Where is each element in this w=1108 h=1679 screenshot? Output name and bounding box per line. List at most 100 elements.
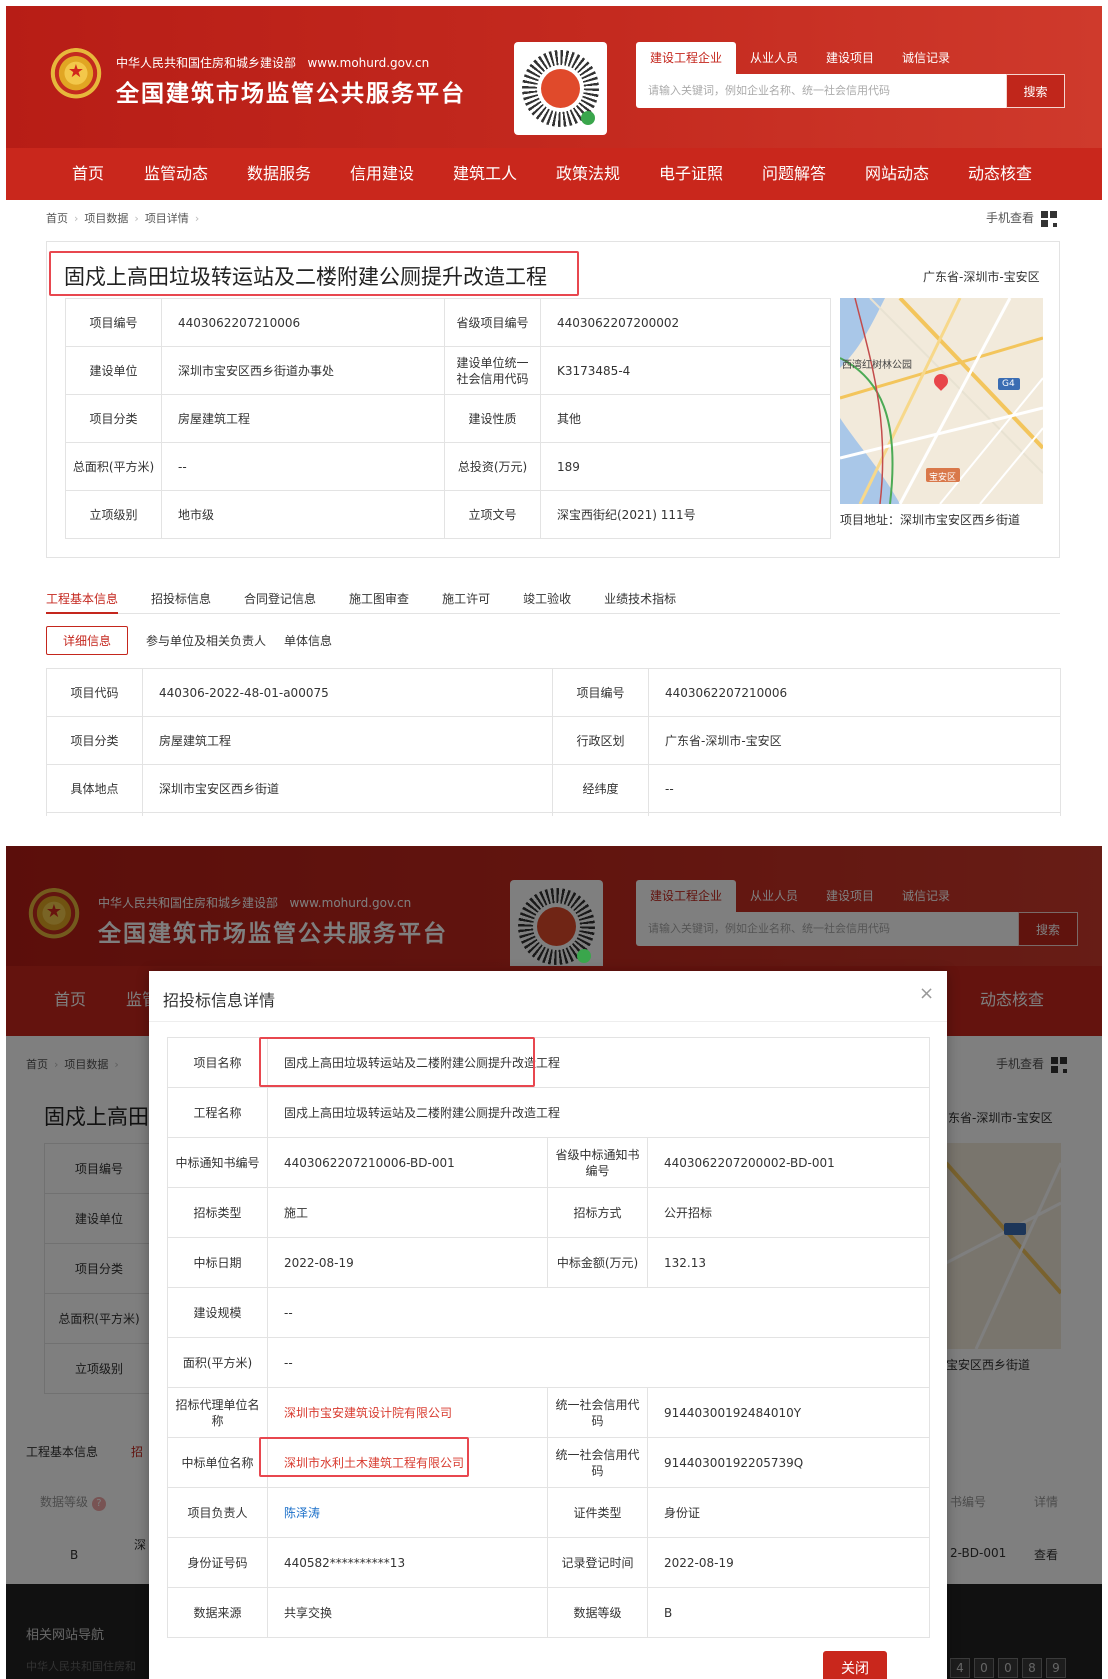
nav-site-news[interactable]: 网站动态: [865, 148, 968, 200]
value-total-investment: 189: [540, 442, 831, 491]
table-row: 具体地点 深圳市宝安区西乡街道 经纬度 --: [46, 764, 1061, 813]
nav-verification[interactable]: 动态核查: [968, 148, 1048, 200]
value-builder: 深圳市宝安区西乡街道办事处: [161, 346, 445, 395]
value-category: 房屋建筑工程: [161, 394, 445, 443]
subtab-units[interactable]: 单体信息: [284, 632, 332, 649]
value-nature: 其他: [540, 394, 831, 443]
value-agency-name[interactable]: 深圳市宝安建筑设计院有限公司: [267, 1387, 548, 1438]
label-location: 具体地点: [46, 764, 143, 813]
tab-drawing-review[interactable]: 施工图审查: [349, 590, 409, 607]
value-approval-doc: 深宝西街纪(2021) 111号: [540, 490, 831, 539]
map-label-park: 西湾红树林公园: [842, 360, 912, 371]
value-admin-region: 广东省-深圳市-宝安区: [648, 716, 1061, 765]
value-project-manager[interactable]: 陈泽涛: [267, 1487, 548, 1538]
label-bid-type: 招标类型: [167, 1187, 268, 1238]
tab-performance[interactable]: 业绩技术指标: [604, 590, 676, 607]
tab-basic-info[interactable]: 工程基本信息: [46, 590, 118, 607]
search-tab-enterprise[interactable]: 建设工程企业: [636, 42, 737, 74]
label-project-no: 项目编号: [65, 298, 162, 347]
qr-code-icon: [1040, 209, 1059, 228]
mobile-view-link[interactable]: 手机查看: [986, 209, 1059, 228]
close-button[interactable]: 关闭: [823, 1651, 887, 1679]
screenshot-project-detail: 中华人民共和国住房和城乡建设部 www.mohurd.gov.cn 全国建筑市场…: [6, 6, 1102, 816]
screenshot-bidding-modal: 中华人民共和国住房和城乡建设部 www.mohurd.gov.cn 全国建筑市场…: [6, 846, 1102, 1679]
nav-faq[interactable]: 问题解答: [762, 148, 865, 200]
value-award-amount: 132.13: [647, 1237, 930, 1288]
bidding-detail-modal: 招投标信息详情 × 项目名称 固戍上高田垃圾转运站及二楼附建公厕提升改造工程 工程…: [149, 971, 947, 1679]
search-button[interactable]: 搜索: [1006, 74, 1065, 108]
value-provincial-no: 4403062207200002: [540, 298, 831, 347]
nav-home[interactable]: 首页: [72, 148, 144, 200]
label-agency-name: 招标代理单位名称: [167, 1387, 268, 1438]
label-engineering-name: 工程名称: [167, 1087, 268, 1138]
tab-divider: [46, 613, 1060, 614]
nav-workers[interactable]: 建筑工人: [453, 148, 556, 200]
nav-data-service[interactable]: 数据服务: [247, 148, 350, 200]
table-row: 总面积(平方米) -- 总投资(万元) 189: [65, 442, 831, 491]
search-input[interactable]: 请输入关键词，例如企业名称、统一社会信用代码: [636, 74, 1006, 108]
label-winner-credit-code: 统一社会信用代码: [547, 1437, 648, 1488]
detail-info-table: 项目代码 440306-2022-48-01-a00075 项目编号 44030622…: [46, 668, 1061, 816]
subtab-participants[interactable]: 参与单位及相关负责人: [146, 632, 266, 649]
tab-construction-permit[interactable]: 施工许可: [442, 590, 490, 607]
label-id-type: 证件类型: [547, 1487, 648, 1538]
national-emblem-icon: [50, 48, 102, 104]
table-row: 项目编号 4403062207210006 省级项目编号 44030622072000…: [65, 298, 831, 347]
project-info-table: 项目编号 4403062207210006 省级项目编号 44030622072000…: [65, 298, 831, 539]
modal-title: 招投标信息详情: [163, 991, 276, 1010]
nav-credit[interactable]: 信用建设: [350, 148, 453, 200]
table-row: 身份证号码 440582**********13 记录登记时间 2022-08-19: [167, 1537, 930, 1588]
breadcrumb-project-data[interactable]: 项目数据: [84, 212, 128, 225]
subtab-detail[interactable]: 详细信息: [46, 626, 129, 655]
value-provincial-award-no: 4403062207200002-BD-001: [647, 1137, 930, 1188]
value-builder-credit-code: K3173485-4: [540, 346, 831, 395]
value-data-grade: B: [647, 1587, 930, 1638]
breadcrumb: 首页 › 项目数据 › 项目详情 ›: [46, 212, 200, 225]
table-row: 项目代码 440306-2022-48-01-a00075 项目编号 44030622…: [46, 668, 1061, 717]
value-project-no: 4403062207210006: [648, 668, 1061, 717]
breadcrumb-home[interactable]: 首页: [46, 212, 68, 225]
tab-contract[interactable]: 合同登记信息: [244, 590, 316, 607]
label-area: 面积(平方米): [167, 1337, 268, 1388]
tab-completion[interactable]: 竣工验收: [523, 590, 571, 607]
label-winner-name: 中标单位名称: [167, 1437, 268, 1488]
value-coordinates: --: [648, 764, 1061, 813]
tab-bidding[interactable]: 招投标信息: [151, 590, 211, 607]
table-row: 数据来源 共享交换 数据等级 B: [167, 1587, 930, 1638]
label-id-number: 身份证号码: [167, 1537, 268, 1588]
label-total-area: 总面积(平方米): [65, 442, 162, 491]
search-tab-credit[interactable]: 诚信记录: [888, 42, 964, 74]
table-row: 招标代理单位名称 深圳市宝安建筑设计院有限公司 统一社会信用代码 9144030019…: [167, 1387, 930, 1438]
value-bid-type: 施工: [267, 1187, 548, 1238]
value-id-type: 身份证: [647, 1487, 930, 1538]
value-area: --: [267, 1337, 930, 1388]
label-provincial-no: 省级项目编号: [444, 298, 541, 347]
value-data-source: 共享交换: [267, 1587, 548, 1638]
nav-e-cert[interactable]: 电子证照: [659, 148, 762, 200]
value-id-number: 440582**********13: [267, 1537, 548, 1588]
sub-tabs: 详细信息 参与单位及相关负责人 单体信息: [46, 626, 350, 655]
table-row: 中标日期 2022-08-19 中标金额(万元) 132.13: [167, 1237, 930, 1288]
label-award-notice-no: 中标通知书编号: [167, 1137, 268, 1188]
table-row: [46, 812, 1061, 816]
project-map[interactable]: 西湾红树林公园 宝安区 G4: [840, 298, 1043, 504]
label-category: 项目分类: [65, 394, 162, 443]
label-project-no: 项目编号: [552, 668, 649, 717]
search-tab-personnel[interactable]: 从业人员: [736, 42, 812, 74]
nav-supervision[interactable]: 监管动态: [144, 148, 247, 200]
search-tabs: 建设工程企业 从业人员 建设项目 诚信记录: [636, 42, 964, 74]
label-admin-region: 行政区划: [552, 716, 649, 765]
nav-policy[interactable]: 政策法规: [556, 148, 659, 200]
platform-title: 全国建筑市场监管公共服务平台: [116, 81, 466, 107]
project-address: 项目地址：深圳市宝安区西乡街道: [840, 513, 1021, 527]
label-approval-level: 立项级别: [65, 490, 162, 539]
value-award-notice-no: 4403062207210006-BD-001: [267, 1137, 548, 1188]
label-provincial-award-no: 省级中标通知书编号: [547, 1137, 648, 1188]
search-tab-project[interactable]: 建设项目: [812, 42, 888, 74]
main-nav: 首页 监管动态 数据服务 信用建设 建筑工人 政策法规 电子证照 问题解答 网站…: [6, 148, 1102, 200]
label-total-investment: 总投资(万元): [444, 442, 541, 491]
close-icon[interactable]: ×: [919, 983, 934, 1004]
map-label-highway: G4: [1002, 379, 1015, 389]
highlight-box-winner: [259, 1437, 469, 1477]
ministry-label: 中华人民共和国住房和城乡建设部 www.mohurd.gov.cn: [116, 56, 430, 70]
